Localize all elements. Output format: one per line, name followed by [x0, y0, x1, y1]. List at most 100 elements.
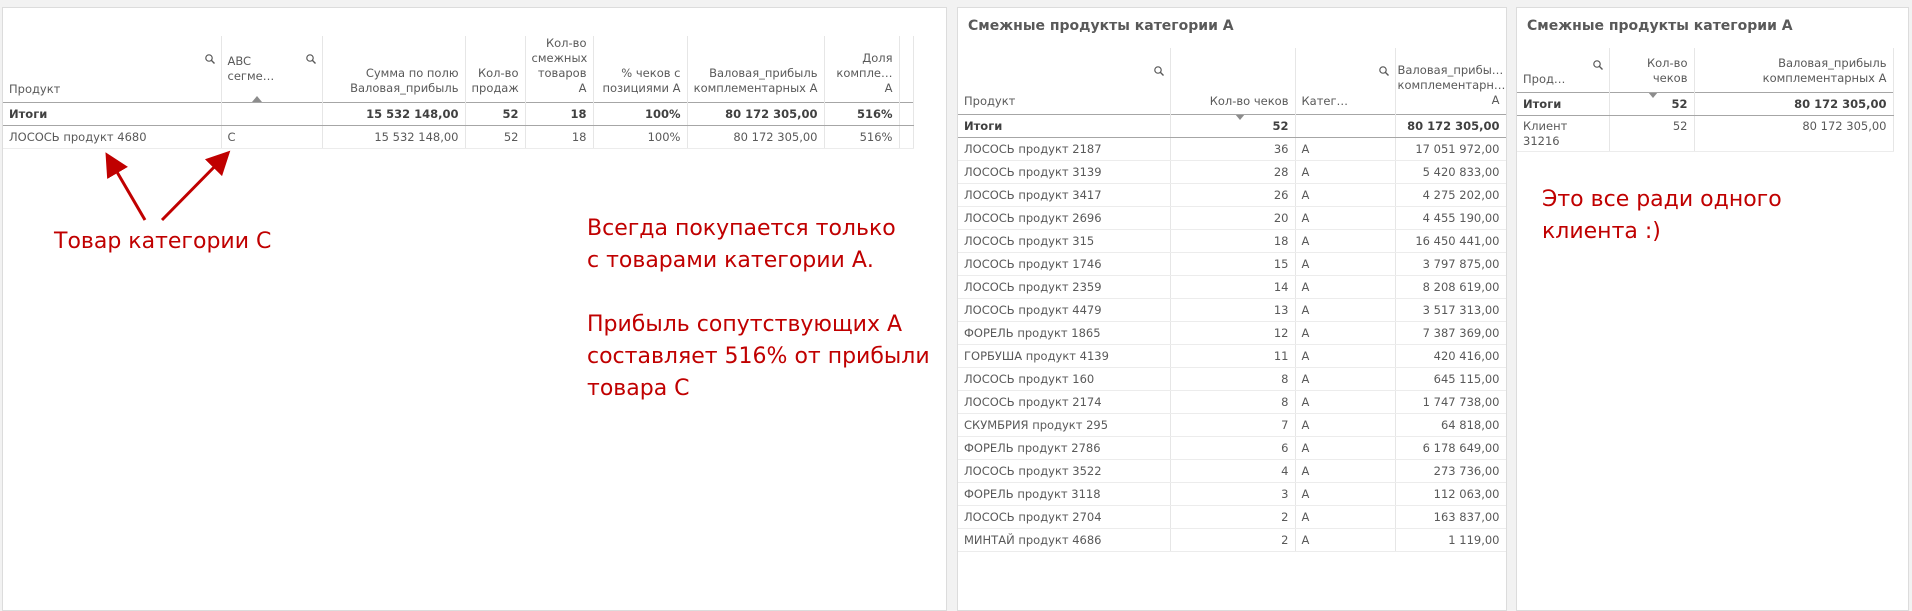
search-icon[interactable] [1592, 60, 1603, 70]
table-cell: 4 [1170, 459, 1296, 483]
table-row[interactable]: ЛОСОСЬ продукт 4479 13 A 3 517 313,00 [958, 298, 1506, 322]
col-header-complementary-profit[interactable]: Валовая_прибы… комплементарн… А [1395, 48, 1506, 114]
table-cell[interactable]: ЛОСОСЬ продукт 2696 [958, 206, 1171, 230]
table-row[interactable]: ГОРБУША продукт 4139 11 A 420 416,00 [958, 344, 1506, 368]
col-header-product[interactable]: Продукт [958, 48, 1171, 114]
annotation-line: составляет 516% от прибыли [587, 344, 930, 369]
table-cell: 13 [1170, 298, 1296, 322]
table-cell[interactable]: СКУМБРИЯ продукт 295 [958, 413, 1171, 437]
table-cell: 420 416,00 [1395, 344, 1506, 368]
table-cell[interactable]: МИНТАЙ продукт 4686 [958, 528, 1171, 552]
table-cell[interactable]: ЛОСОСЬ продукт 2359 [958, 275, 1171, 299]
table-cell: 8 [1170, 390, 1296, 414]
arrow-to-product [105, 152, 147, 221]
table-row[interactable]: МИНТАЙ продукт 4686 2 A 1 119,00 [958, 528, 1506, 552]
table-cell: 80 172 305,00 [1694, 115, 1894, 152]
table-row[interactable]: ЛОСОСЬ продукт 2696 20 A 4 455 190,00 [958, 206, 1506, 230]
table-cell[interactable]: A [1295, 137, 1396, 161]
table-row[interactable]: ЛОСОСЬ продукт 315 18 A 16 450 441,00 [958, 229, 1506, 253]
table-row[interactable]: ЛОСОСЬ продукт 1746 15 A 3 797 875,00 [958, 252, 1506, 276]
table-cell: 36 [1170, 137, 1296, 161]
col-header-label: Валовая_прибы… комплементарн… А [1397, 62, 1506, 107]
table-cell[interactable]: ЛОСОСЬ продукт 2187 [958, 137, 1171, 161]
table-row[interactable]: ФОРЕЛЬ продукт 1865 12 A 7 387 369,00 [958, 321, 1506, 345]
table-row[interactable]: ЛОСОСЬ продукт 3139 28 A 5 420 833,00 [958, 160, 1506, 184]
annotation-line: Прибыль сопутствующих А [587, 312, 903, 337]
table-cell[interactable]: A [1295, 183, 1396, 207]
table-cell: 11 [1170, 344, 1296, 368]
table-cell[interactable]: A [1295, 321, 1396, 345]
col-header-receipt-count[interactable]: Кол-во чеков [1609, 48, 1695, 92]
table-cell[interactable]: A [1295, 390, 1396, 414]
panel-title: Смежные продукты категории А [968, 18, 1234, 34]
col-header-label: Валовая_прибыль комплементарных А [1762, 55, 1887, 85]
col-header-complementary-profit[interactable]: Валовая_прибыль комплементарных А [1694, 48, 1894, 92]
table-cell[interactable]: ЛОСОСЬ продукт 3417 [958, 183, 1171, 207]
table-cell[interactable]: A [1295, 528, 1396, 552]
col-header-product[interactable]: Прод… [1517, 48, 1610, 92]
col-header-label: Катег… [1301, 93, 1349, 108]
table-cell[interactable]: ЛОСОСЬ продукт 3139 [958, 160, 1171, 184]
table-cell[interactable]: A [1295, 206, 1396, 230]
table-cell[interactable]: A [1295, 459, 1396, 483]
totals-cell [1295, 113, 1396, 138]
table-row[interactable]: ФОРЕЛЬ продукт 3118 3 A 112 063,00 [958, 482, 1506, 506]
table-cell[interactable]: A [1295, 436, 1396, 460]
table-cell[interactable]: ГОРБУША продукт 4139 [958, 344, 1171, 368]
table-cell[interactable]: A [1295, 252, 1396, 276]
table-cell: 3 797 875,00 [1395, 252, 1506, 276]
table-cell: 18 [1170, 229, 1296, 253]
table-cell: 1 747 738,00 [1395, 390, 1506, 414]
table-cell[interactable]: A [1295, 344, 1396, 368]
table-row[interactable]: ЛОСОСЬ продукт 160 8 A 645 115,00 [958, 367, 1506, 391]
col-header-category[interactable]: Катег… [1295, 48, 1396, 114]
table-row[interactable]: ЛОСОСЬ продукт 3522 4 A 273 736,00 [958, 459, 1506, 483]
totals-cell: 52 [1609, 91, 1695, 116]
table-cell[interactable]: ЛОСОСЬ продукт 3522 [958, 459, 1171, 483]
totals-value: 52 [1671, 96, 1688, 111]
col-header-label: Прод… [1523, 71, 1566, 86]
table-cell[interactable]: ЛОСОСЬ продукт 160 [958, 367, 1171, 391]
table-cell[interactable]: A [1295, 298, 1396, 322]
table-cell[interactable]: ЛОСОСЬ продукт 315 [958, 229, 1171, 253]
table-cell[interactable]: ЛОСОСЬ продукт 2174 [958, 390, 1171, 414]
table-row[interactable]: Клиент 31216 52 80 172 305,00 [1517, 115, 1894, 152]
table-cell[interactable]: A [1295, 413, 1396, 437]
table-cell[interactable]: A [1295, 505, 1396, 529]
table-cell[interactable]: Клиент 31216 [1517, 115, 1610, 152]
table-cell: 14 [1170, 275, 1296, 299]
table-cell: 6 178 649,00 [1395, 436, 1506, 460]
table-row[interactable]: ЛОСОСЬ продукт 2704 2 A 163 837,00 [958, 505, 1506, 529]
table-row[interactable]: СКУМБРИЯ продукт 295 7 A 64 818,00 [958, 413, 1506, 437]
table-row[interactable]: ЛОСОСЬ продукт 2187 36 A 17 051 972,00 [958, 137, 1506, 161]
table-cell[interactable]: ЛОСОСЬ продукт 4479 [958, 298, 1171, 322]
table-row[interactable]: ЛОСОСЬ продукт 2174 8 A 1 747 738,00 [958, 390, 1506, 414]
search-icon[interactable] [1153, 66, 1164, 76]
table-cell: 64 818,00 [1395, 413, 1506, 437]
table-row[interactable]: ФОРЕЛЬ продукт 2786 6 A 6 178 649,00 [958, 436, 1506, 460]
table-cell[interactable]: ЛОСОСЬ продукт 1746 [958, 252, 1171, 276]
table-cell[interactable]: A [1295, 482, 1396, 506]
panel-title: Смежные продукты категории А [1527, 18, 1793, 34]
totals-cell: 80 172 305,00 [1395, 113, 1506, 138]
table-cell: 15 [1170, 252, 1296, 276]
table-cell[interactable]: ЛОСОСЬ продукт 2704 [958, 505, 1171, 529]
table-cell[interactable]: ФОРЕЛЬ продукт 3118 [958, 482, 1171, 506]
sort-descending-icon [1647, 93, 1658, 98]
table-cell: 20 [1170, 206, 1296, 230]
table-cell[interactable]: A [1295, 160, 1396, 184]
search-icon[interactable] [1378, 66, 1389, 76]
table-cell[interactable]: A [1295, 229, 1396, 253]
related-products-panel: Смежные продукты категории А Продукт Кол… [957, 7, 1507, 611]
annotation-line: клиента :) [1542, 219, 1661, 244]
totals-cell: 80 172 305,00 [1694, 91, 1894, 116]
table-row[interactable]: ЛОСОСЬ продукт 2359 14 A 8 208 619,00 [958, 275, 1506, 299]
table-cell: 3 [1170, 482, 1296, 506]
col-header-receipt-count[interactable]: Кол-во чеков [1170, 48, 1296, 114]
table-cell[interactable]: A [1295, 367, 1396, 391]
table-cell[interactable]: A [1295, 275, 1396, 299]
table-cell: 2 [1170, 505, 1296, 529]
table-cell[interactable]: ФОРЕЛЬ продукт 1865 [958, 321, 1171, 345]
table-row[interactable]: ЛОСОСЬ продукт 3417 26 A 4 275 202,00 [958, 183, 1506, 207]
table-cell[interactable]: ФОРЕЛЬ продукт 2786 [958, 436, 1171, 460]
